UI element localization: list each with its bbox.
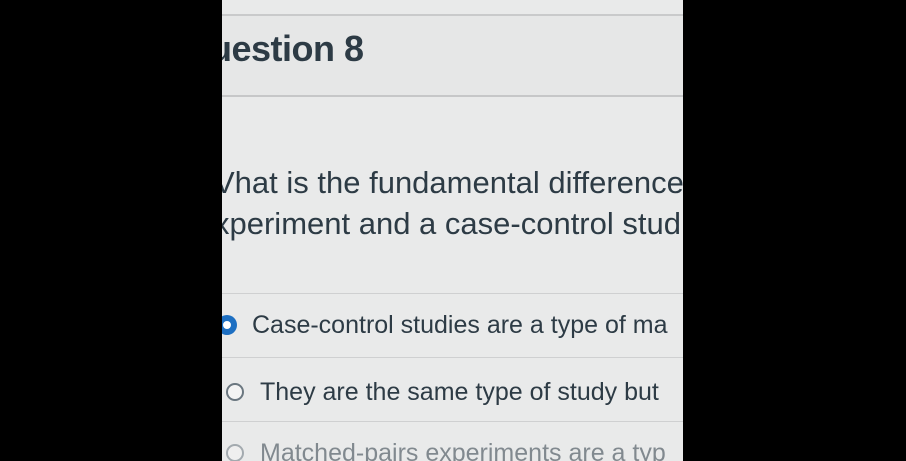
answer-divider [222, 421, 683, 422]
answer-label: Case-control studies are a type of ma [252, 310, 668, 339]
radio-button[interactable] [226, 444, 244, 461]
question-text-line: xperiment and a case-control stud [222, 206, 681, 241]
question-text: Vhat is the fundamental difference xperi… [222, 162, 683, 244]
answer-option[interactable]: Case-control studies are a type of ma [222, 305, 679, 345]
answer-divider [222, 357, 683, 358]
answer-option[interactable]: They are the same type of study but [226, 372, 683, 412]
answer-label: They are the same type of study but [260, 377, 659, 406]
answer-option[interactable]: Matched-pairs experiments are a typ [226, 433, 683, 461]
question-title: uestion 8 [222, 28, 364, 69]
radio-button[interactable] [226, 383, 244, 401]
answer-label: Matched-pairs experiments are a typ [260, 438, 666, 461]
radio-button-selected[interactable] [222, 316, 236, 334]
answer-divider [222, 293, 683, 294]
header-divider [222, 95, 683, 97]
question-text-line: Vhat is the fundamental difference [222, 165, 683, 200]
quiz-page: uestion 8 Vhat is the fundamental differ… [222, 0, 683, 461]
